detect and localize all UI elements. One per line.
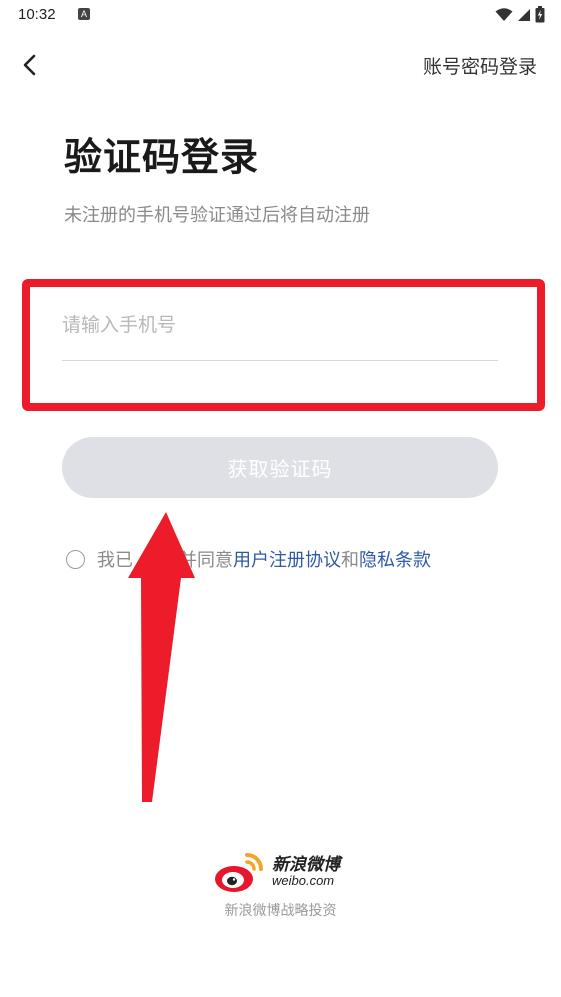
page-title: 验证码登录 xyxy=(64,135,260,179)
brand-cn: 新浪微博 xyxy=(272,855,340,875)
notification-icon: A xyxy=(78,8,90,20)
wifi-icon xyxy=(495,7,513,21)
agreement-middle: 并同意 xyxy=(179,550,233,571)
status-bar: 10:32 A xyxy=(0,0,561,30)
weibo-logo: 新浪微博 weibo.com xyxy=(214,850,340,894)
status-time: 10:32 xyxy=(18,6,56,23)
phone-placeholder: 请输入手机号 xyxy=(62,314,177,336)
phone-input[interactable]: 请输入手机号 xyxy=(62,300,498,361)
page-subtitle: 未注册的手机号验证通过后将自动注册 xyxy=(64,205,370,226)
password-login-link[interactable]: 账号密码登录 xyxy=(423,52,537,79)
privacy-link[interactable]: 隐私条款 xyxy=(359,546,431,572)
status-icons xyxy=(495,6,545,23)
radio-unchecked-icon[interactable] xyxy=(66,549,85,569)
back-button[interactable] xyxy=(14,48,48,82)
logo-text: 新浪微博 weibo.com xyxy=(272,855,340,888)
chevron-left-icon xyxy=(23,54,36,76)
agreement-prefix: 我已 xyxy=(97,550,133,571)
top-bar: 账号密码登录 xyxy=(0,40,561,90)
agreement-row: 我已 并同意 用户注册协议 和 隐私条款 xyxy=(66,546,431,572)
battery-icon xyxy=(535,6,545,23)
weibo-logo-icon xyxy=(215,853,263,892)
signal-icon xyxy=(518,8,530,21)
get-code-button[interactable]: 获取验证码 xyxy=(62,437,498,498)
agreement-conjunction: 和 xyxy=(341,550,359,571)
brand-en: weibo.com xyxy=(272,873,335,888)
terms-link[interactable]: 用户注册协议 xyxy=(233,546,341,572)
footer-caption: 新浪微博战略投资 xyxy=(224,903,337,919)
